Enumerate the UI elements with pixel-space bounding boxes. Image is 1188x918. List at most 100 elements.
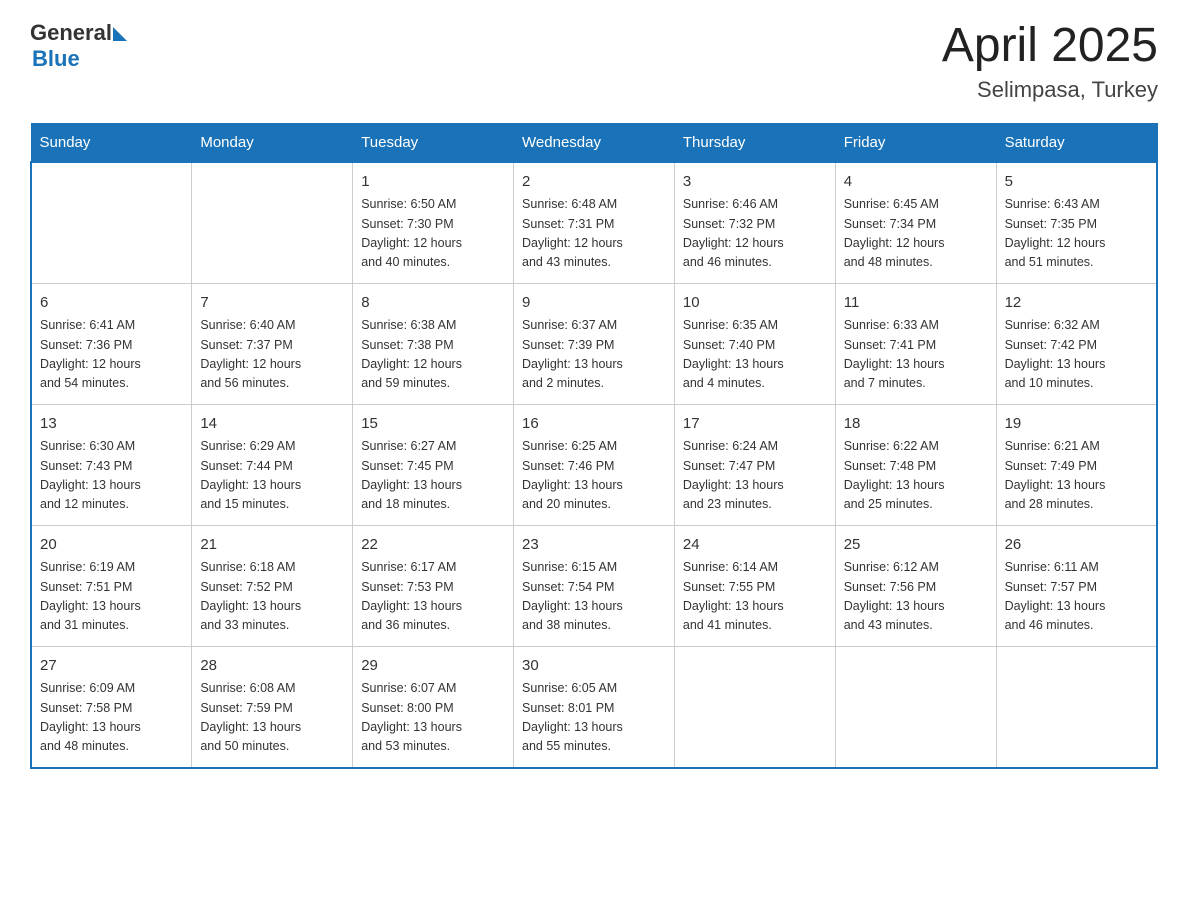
calendar-week-row: 20Sunrise: 6:19 AM Sunset: 7:51 PM Dayli… [31,525,1157,646]
day-info: Sunrise: 6:45 AM Sunset: 7:34 PM Dayligh… [844,195,988,273]
weekday-header-monday: Monday [192,123,353,162]
day-info: Sunrise: 6:11 AM Sunset: 7:57 PM Dayligh… [1005,558,1148,636]
calendar-cell: 3Sunrise: 6:46 AM Sunset: 7:32 PM Daylig… [674,162,835,284]
day-number: 14 [200,413,344,436]
day-number: 24 [683,534,827,557]
weekday-header-wednesday: Wednesday [514,123,675,162]
day-number: 7 [200,292,344,315]
weekday-header-sunday: Sunday [31,123,192,162]
calendar-body: 1Sunrise: 6:50 AM Sunset: 7:30 PM Daylig… [31,162,1157,768]
day-number: 12 [1005,292,1148,315]
day-number: 30 [522,655,666,678]
day-info: Sunrise: 6:14 AM Sunset: 7:55 PM Dayligh… [683,558,827,636]
calendar-cell: 21Sunrise: 6:18 AM Sunset: 7:52 PM Dayli… [192,525,353,646]
calendar-table: SundayMondayTuesdayWednesdayThursdayFrid… [30,123,1158,769]
day-number: 8 [361,292,505,315]
calendar-week-row: 1Sunrise: 6:50 AM Sunset: 7:30 PM Daylig… [31,162,1157,284]
day-number: 11 [844,292,988,315]
calendar-cell: 13Sunrise: 6:30 AM Sunset: 7:43 PM Dayli… [31,404,192,525]
calendar-week-row: 27Sunrise: 6:09 AM Sunset: 7:58 PM Dayli… [31,646,1157,768]
day-number: 9 [522,292,666,315]
day-number: 1 [361,171,505,194]
calendar-cell: 30Sunrise: 6:05 AM Sunset: 8:01 PM Dayli… [514,646,675,768]
day-info: Sunrise: 6:09 AM Sunset: 7:58 PM Dayligh… [40,679,183,757]
weekday-header-friday: Friday [835,123,996,162]
day-info: Sunrise: 6:25 AM Sunset: 7:46 PM Dayligh… [522,437,666,515]
calendar-cell: 24Sunrise: 6:14 AM Sunset: 7:55 PM Dayli… [674,525,835,646]
day-info: Sunrise: 6:50 AM Sunset: 7:30 PM Dayligh… [361,195,505,273]
day-number: 28 [200,655,344,678]
day-info: Sunrise: 6:37 AM Sunset: 7:39 PM Dayligh… [522,316,666,394]
calendar-cell: 1Sunrise: 6:50 AM Sunset: 7:30 PM Daylig… [353,162,514,284]
day-info: Sunrise: 6:40 AM Sunset: 7:37 PM Dayligh… [200,316,344,394]
day-number: 26 [1005,534,1148,557]
calendar-cell: 29Sunrise: 6:07 AM Sunset: 8:00 PM Dayli… [353,646,514,768]
day-info: Sunrise: 6:43 AM Sunset: 7:35 PM Dayligh… [1005,195,1148,273]
day-number: 15 [361,413,505,436]
day-info: Sunrise: 6:18 AM Sunset: 7:52 PM Dayligh… [200,558,344,636]
day-info: Sunrise: 6:46 AM Sunset: 7:32 PM Dayligh… [683,195,827,273]
logo-general: General [30,20,112,46]
calendar-cell: 5Sunrise: 6:43 AM Sunset: 7:35 PM Daylig… [996,162,1157,284]
calendar-cell: 11Sunrise: 6:33 AM Sunset: 7:41 PM Dayli… [835,283,996,404]
weekday-header-thursday: Thursday [674,123,835,162]
day-number: 2 [522,171,666,194]
day-number: 21 [200,534,344,557]
calendar-cell: 18Sunrise: 6:22 AM Sunset: 7:48 PM Dayli… [835,404,996,525]
day-number: 17 [683,413,827,436]
calendar-cell: 17Sunrise: 6:24 AM Sunset: 7:47 PM Dayli… [674,404,835,525]
day-info: Sunrise: 6:12 AM Sunset: 7:56 PM Dayligh… [844,558,988,636]
calendar-cell: 25Sunrise: 6:12 AM Sunset: 7:56 PM Dayli… [835,525,996,646]
calendar-cell: 4Sunrise: 6:45 AM Sunset: 7:34 PM Daylig… [835,162,996,284]
day-info: Sunrise: 6:32 AM Sunset: 7:42 PM Dayligh… [1005,316,1148,394]
day-info: Sunrise: 6:29 AM Sunset: 7:44 PM Dayligh… [200,437,344,515]
day-info: Sunrise: 6:19 AM Sunset: 7:51 PM Dayligh… [40,558,183,636]
day-info: Sunrise: 6:35 AM Sunset: 7:40 PM Dayligh… [683,316,827,394]
day-number: 27 [40,655,183,678]
day-info: Sunrise: 6:15 AM Sunset: 7:54 PM Dayligh… [522,558,666,636]
day-info: Sunrise: 6:17 AM Sunset: 7:53 PM Dayligh… [361,558,505,636]
day-number: 22 [361,534,505,557]
calendar-cell: 20Sunrise: 6:19 AM Sunset: 7:51 PM Dayli… [31,525,192,646]
day-info: Sunrise: 6:41 AM Sunset: 7:36 PM Dayligh… [40,316,183,394]
calendar-cell: 26Sunrise: 6:11 AM Sunset: 7:57 PM Dayli… [996,525,1157,646]
day-number: 10 [683,292,827,315]
day-number: 29 [361,655,505,678]
day-info: Sunrise: 6:22 AM Sunset: 7:48 PM Dayligh… [844,437,988,515]
calendar-title: April 2025 [942,20,1158,73]
calendar-cell: 10Sunrise: 6:35 AM Sunset: 7:40 PM Dayli… [674,283,835,404]
calendar-cell: 22Sunrise: 6:17 AM Sunset: 7:53 PM Dayli… [353,525,514,646]
day-info: Sunrise: 6:24 AM Sunset: 7:47 PM Dayligh… [683,437,827,515]
day-info: Sunrise: 6:38 AM Sunset: 7:38 PM Dayligh… [361,316,505,394]
calendar-cell: 9Sunrise: 6:37 AM Sunset: 7:39 PM Daylig… [514,283,675,404]
day-info: Sunrise: 6:27 AM Sunset: 7:45 PM Dayligh… [361,437,505,515]
logo: General Blue [30,20,127,72]
calendar-header: SundayMondayTuesdayWednesdayThursdayFrid… [31,123,1157,162]
weekday-header-tuesday: Tuesday [353,123,514,162]
calendar-cell: 6Sunrise: 6:41 AM Sunset: 7:36 PM Daylig… [31,283,192,404]
calendar-cell [192,162,353,284]
day-number: 25 [844,534,988,557]
day-info: Sunrise: 6:05 AM Sunset: 8:01 PM Dayligh… [522,679,666,757]
day-number: 16 [522,413,666,436]
title-block: April 2025 Selimpasa, Turkey [942,20,1158,103]
calendar-week-row: 6Sunrise: 6:41 AM Sunset: 7:36 PM Daylig… [31,283,1157,404]
logo-triangle-icon [113,27,127,41]
calendar-cell: 19Sunrise: 6:21 AM Sunset: 7:49 PM Dayli… [996,404,1157,525]
day-number: 19 [1005,413,1148,436]
day-info: Sunrise: 6:33 AM Sunset: 7:41 PM Dayligh… [844,316,988,394]
calendar-cell [835,646,996,768]
calendar-cell [674,646,835,768]
weekday-header-row: SundayMondayTuesdayWednesdayThursdayFrid… [31,123,1157,162]
calendar-cell: 7Sunrise: 6:40 AM Sunset: 7:37 PM Daylig… [192,283,353,404]
day-info: Sunrise: 6:30 AM Sunset: 7:43 PM Dayligh… [40,437,183,515]
day-info: Sunrise: 6:08 AM Sunset: 7:59 PM Dayligh… [200,679,344,757]
calendar-cell: 16Sunrise: 6:25 AM Sunset: 7:46 PM Dayli… [514,404,675,525]
day-info: Sunrise: 6:21 AM Sunset: 7:49 PM Dayligh… [1005,437,1148,515]
calendar-cell: 28Sunrise: 6:08 AM Sunset: 7:59 PM Dayli… [192,646,353,768]
weekday-header-saturday: Saturday [996,123,1157,162]
calendar-cell: 2Sunrise: 6:48 AM Sunset: 7:31 PM Daylig… [514,162,675,284]
calendar-cell [996,646,1157,768]
day-number: 3 [683,171,827,194]
calendar-cell: 12Sunrise: 6:32 AM Sunset: 7:42 PM Dayli… [996,283,1157,404]
